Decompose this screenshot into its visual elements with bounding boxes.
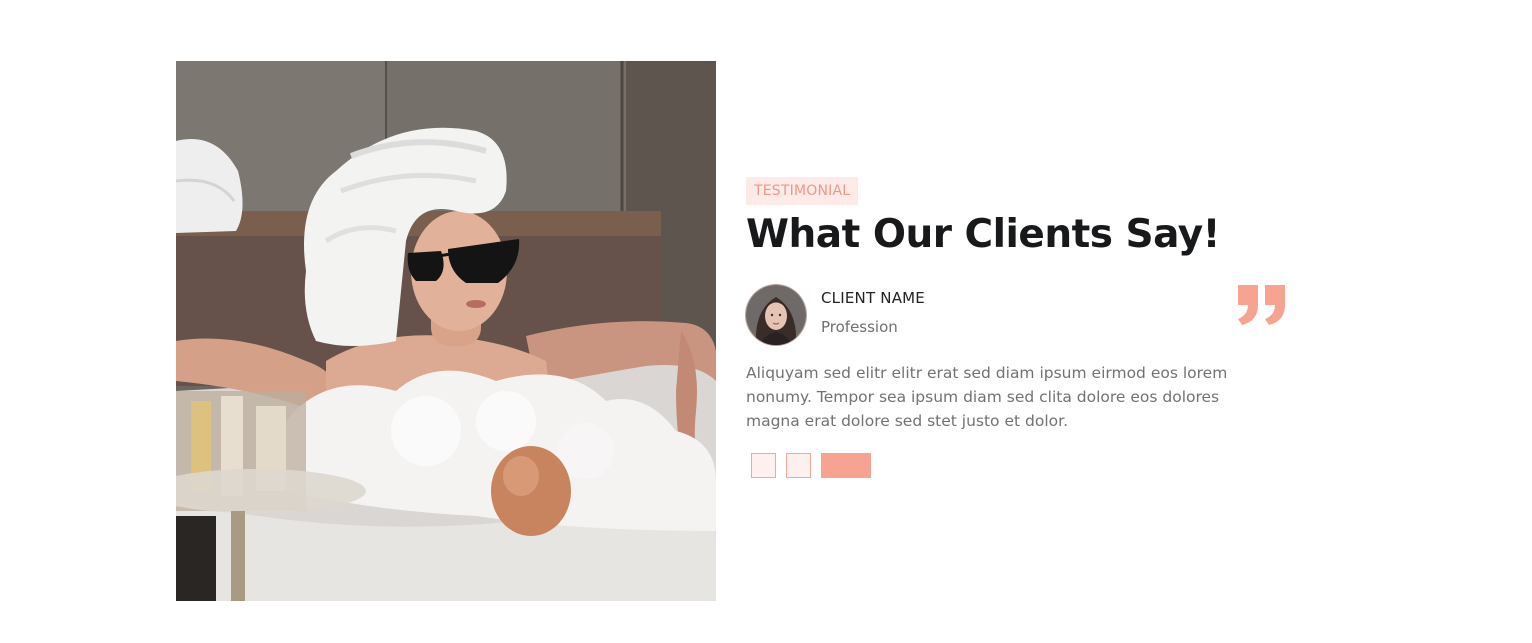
client-info: CLIENT NAME Profession: [746, 285, 1306, 347]
section-badge: TESTIMONIAL: [746, 177, 859, 205]
testimonial-section: TESTIMONIAL What Our Clients Say! CLIENT…: [746, 0, 1306, 643]
quote-icon: [1238, 285, 1285, 325]
client-name: CLIENT NAME: [821, 289, 925, 307]
client-avatar-photo: [746, 285, 806, 345]
carousel-dot-1[interactable]: [751, 453, 776, 478]
client-profession: Profession: [821, 318, 898, 336]
testimonial-text: Aliquyam sed elitr elitr erat sed diam i…: [746, 364, 1228, 430]
carousel-dot-3-active[interactable]: [821, 453, 871, 478]
woman-in-bathtub-photo: [176, 61, 716, 601]
carousel-dot-2[interactable]: [786, 453, 811, 478]
section-title: What Our Clients Say!: [746, 212, 1220, 257]
avatar: [746, 285, 806, 345]
testimonial-photo: [176, 61, 716, 601]
